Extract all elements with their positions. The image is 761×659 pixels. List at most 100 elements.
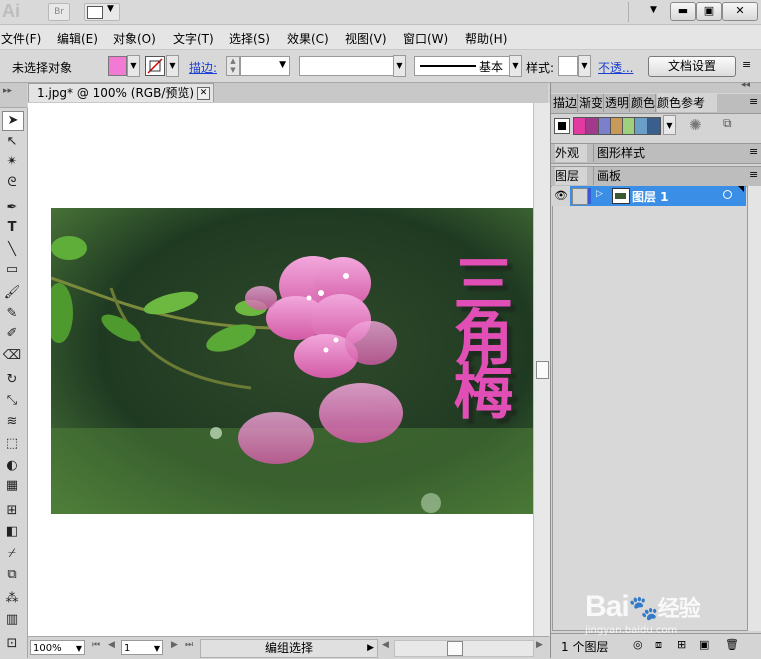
menu-window[interactable]: 窗口(W) — [403, 30, 448, 47]
stroke-dropdown[interactable]: ▼ — [166, 55, 179, 77]
color-guide-swatches[interactable] — [573, 117, 661, 135]
workspace-dropdown-icon[interactable]: ▼ — [650, 5, 657, 15]
lasso-tool-icon[interactable]: ᘓ — [2, 174, 22, 192]
blob-brush-tool-icon[interactable]: ✐ — [2, 325, 22, 343]
tab-transparency[interactable]: 透明 — [605, 94, 630, 112]
tab-color[interactable]: 颜色 — [631, 94, 656, 112]
style-swatch[interactable] — [558, 56, 578, 76]
close-tab-icon[interactable]: ✕ — [197, 87, 210, 100]
menu-view[interactable]: 视图(V) — [345, 30, 387, 47]
edit-colors-icon[interactable]: ✺ — [689, 116, 702, 134]
collapse-icon[interactable]: ▸▸ — [3, 86, 12, 96]
scroll-thumb[interactable] — [536, 361, 549, 379]
symbol-sprayer-tool-icon[interactable]: ⁂ — [2, 590, 22, 608]
menu-select[interactable]: 选择(S) — [229, 30, 270, 47]
direct-selection-tool-icon[interactable]: ↖ — [2, 133, 22, 151]
variable-width-dropdown[interactable]: ▼ — [393, 55, 406, 77]
first-artboard-icon[interactable]: ⏮ — [92, 640, 100, 650]
artboard-select[interactable]: 1 ▼ — [121, 640, 163, 655]
brush-dropdown[interactable]: ▼ — [509, 55, 522, 77]
lock-toggle[interactable] — [572, 188, 588, 205]
base-color-swatch[interactable] — [554, 118, 570, 134]
fill-swatch[interactable] — [108, 56, 127, 76]
brush-definition[interactable]: 基本 — [414, 56, 510, 76]
delete-layer-icon[interactable]: 🗑 — [725, 638, 739, 651]
stroke-label[interactable]: 描边: — [189, 59, 217, 76]
document-setup-button[interactable]: 文档设置 — [648, 56, 736, 77]
magic-wand-tool-icon[interactable]: ✴ — [2, 153, 22, 171]
color-swatch[interactable] — [647, 118, 660, 134]
tab-layers[interactable]: 图层 — [555, 167, 587, 185]
color-swatch[interactable] — [598, 118, 611, 134]
vertical-scrollbar[interactable] — [533, 103, 550, 636]
color-swatch[interactable] — [610, 118, 624, 134]
status-mode-display[interactable]: 编组选择 ▶ — [200, 639, 378, 658]
arrange-documents-button[interactable]: ▼ — [84, 3, 120, 21]
panel-menu-icon[interactable]: ≡ — [749, 95, 758, 108]
bridge-button[interactable]: Br — [48, 3, 70, 21]
tab-color-guide[interactable]: 颜色参考 — [657, 94, 717, 112]
menu-object[interactable]: 对象(O) — [113, 30, 156, 47]
tab-stroke[interactable]: 描边 — [553, 94, 578, 112]
layer-row[interactable]: 👁 ▷ 图层 1 — [552, 186, 746, 206]
column-graph-tool-icon[interactable]: ▥ — [2, 611, 22, 629]
h-scroll-thumb[interactable] — [447, 641, 463, 656]
locate-object-icon[interactable]: ◎ — [633, 638, 643, 651]
close-button[interactable]: ✕ — [722, 2, 758, 21]
scroll-left-icon[interactable]: ◀ — [382, 640, 389, 650]
paintbrush-tool-icon[interactable]: 🖌 — [2, 284, 22, 302]
pencil-tool-icon[interactable]: ✎ — [2, 305, 22, 323]
color-swatch[interactable] — [635, 118, 648, 134]
maximize-button[interactable]: ▣ — [696, 2, 722, 21]
selection-tool-icon[interactable]: ➤ — [2, 111, 24, 131]
layers-scrollbar[interactable] — [747, 186, 761, 631]
tab-artboards[interactable]: 画板 — [593, 167, 629, 185]
collapse-icon[interactable]: ◂◂ — [741, 80, 750, 90]
menu-effect[interactable]: 效果(C) — [287, 30, 329, 47]
canvas[interactable]: 三角梅 — [28, 103, 533, 636]
artboard-tool-icon[interactable]: ⊡ — [2, 635, 22, 653]
scroll-right-icon[interactable]: ▶ — [536, 640, 543, 650]
type-tool-icon[interactable]: T — [2, 219, 22, 237]
scale-tool-icon[interactable]: ⤡ — [2, 392, 22, 410]
dock-header[interactable]: ◂◂ — [551, 80, 761, 93]
target-icon[interactable] — [723, 190, 732, 199]
document-tab[interactable]: 1.jpg* @ 100% (RGB/预览) ✕ — [28, 83, 214, 102]
clipping-mask-icon[interactable]: ⧈ — [655, 638, 662, 652]
placed-photo[interactable]: 三角梅 — [51, 208, 533, 514]
tab-graphic-styles[interactable]: 图形样式 — [593, 144, 655, 162]
harmony-dropdown[interactable]: ▼ — [663, 115, 676, 135]
line-tool-icon[interactable]: ╲ — [2, 241, 22, 259]
horizontal-scrollbar[interactable] — [394, 640, 534, 657]
menu-file[interactable]: 文件(F) — [1, 30, 41, 47]
eye-icon[interactable]: 👁 — [552, 186, 570, 206]
menu-help[interactable]: 帮助(H) — [465, 30, 507, 47]
mesh-tool-icon[interactable]: ⊞ — [2, 502, 22, 520]
menu-type[interactable]: 文字(T) — [173, 30, 214, 47]
color-swatch[interactable] — [574, 118, 587, 134]
stroke-weight-input[interactable]: ▼ — [240, 56, 290, 76]
eraser-tool-icon[interactable]: ⌫ — [2, 347, 22, 365]
tab-appearance[interactable]: 外观 — [555, 144, 587, 162]
stroke-weight-stepper[interactable]: ▲ ▼ — [226, 56, 240, 76]
save-group-icon[interactable]: ⧉ — [723, 116, 732, 131]
rotate-tool-icon[interactable]: ↻ — [2, 371, 22, 389]
expand-triangle-icon[interactable]: ▷ — [596, 189, 603, 199]
style-dropdown[interactable]: ▼ — [578, 55, 591, 77]
previous-artboard-icon[interactable]: ◀ — [108, 640, 115, 650]
tab-gradient[interactable]: 渐变 — [579, 94, 604, 112]
title-overlay-text[interactable]: 三角梅 — [443, 252, 513, 414]
zoom-select[interactable]: 100% ▼ — [30, 640, 85, 655]
shape-builder-tool-icon[interactable]: ◐ — [2, 457, 22, 475]
gradient-tool-icon[interactable]: ◧ — [2, 523, 22, 541]
menu-edit[interactable]: 编辑(E) — [57, 30, 98, 47]
panel-menu-icon[interactable]: ≡ — [749, 168, 758, 181]
last-artboard-icon[interactable]: ⏭ — [185, 640, 193, 650]
opacity-link[interactable]: 不透... — [598, 59, 633, 76]
eyedropper-tool-icon[interactable]: ⌿ — [2, 545, 22, 563]
stroke-swatch[interactable] — [145, 56, 165, 76]
next-artboard-icon[interactable]: ▶ — [171, 640, 178, 650]
panel-menu-icon[interactable]: ≡ — [749, 145, 758, 158]
panel-menu-icon[interactable]: ≡ — [742, 58, 751, 71]
variable-width-input[interactable] — [299, 56, 395, 76]
